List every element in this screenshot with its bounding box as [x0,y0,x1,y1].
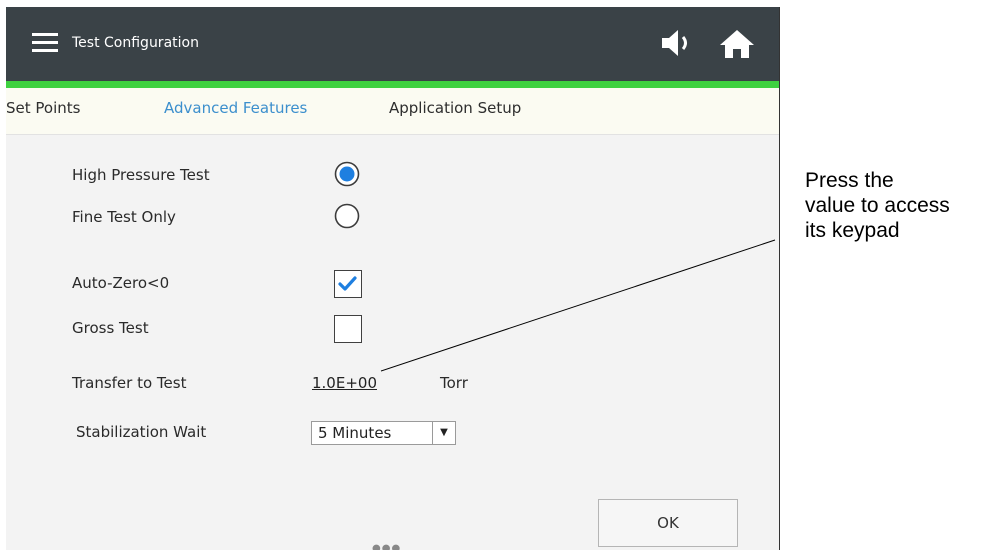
callout-leader-line [380,239,776,372]
callout-line-2: value to access [805,194,950,217]
callout-line-3: its keypad [805,219,900,242]
callout-annotation: Press the value to access its keypad [805,168,950,243]
callout-line-1: Press the [805,169,894,192]
